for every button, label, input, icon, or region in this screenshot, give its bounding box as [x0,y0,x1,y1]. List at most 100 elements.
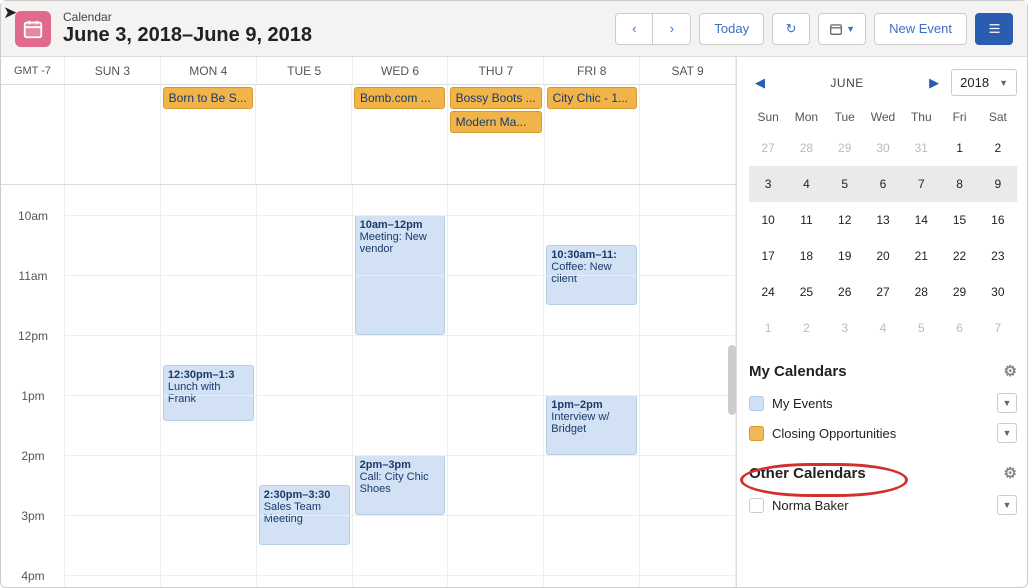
toolbar: ‹ › Today ↻ ▼ New Event [615,13,1013,45]
hour-label: 2pm [1,449,65,463]
mini-calendar[interactable]: SunMonTueWedThuFriSat2728293031123456789… [749,104,1017,346]
mini-dow: Mon [787,104,825,130]
next-week-button[interactable]: › [653,13,691,45]
mini-dow: Fri [940,104,978,130]
mini-day[interactable]: 6 [864,166,902,202]
color-swatch [749,426,764,441]
mini-day[interactable]: 8 [940,166,978,202]
mini-day[interactable]: 5 [902,310,940,346]
allday-row: Born to Be S... Bomb.com ... Bossy Boots… [1,85,736,185]
mini-day[interactable]: 31 [902,130,940,166]
mini-day[interactable]: 29 [826,130,864,166]
day-header[interactable]: SUN 3 [65,57,161,84]
hour-label: 10am [1,209,65,223]
mini-day[interactable]: 13 [864,202,902,238]
mini-day[interactable]: 18 [787,238,825,274]
mini-dow: Tue [826,104,864,130]
time-grid[interactable]: 10am11am12pm1pm2pm3pm4pm 12:30pm–1:3Lunc… [1,185,736,587]
hour-label: 1pm [1,389,65,403]
color-swatch [749,396,764,411]
mini-day[interactable]: 30 [864,130,902,166]
scrollbar[interactable] [728,345,736,415]
calendar-item[interactable]: Closing Opportunities▼ [749,418,1017,448]
mini-day[interactable]: 27 [864,274,902,310]
mini-day[interactable]: 29 [940,274,978,310]
mini-month-label: JUNE [777,76,917,90]
mini-day[interactable]: 22 [940,238,978,274]
mini-day[interactable]: 30 [979,274,1017,310]
mini-day[interactable]: 26 [826,274,864,310]
mini-day[interactable]: 5 [826,166,864,202]
mini-day[interactable]: 7 [902,166,940,202]
mini-dow: Thu [902,104,940,130]
mini-day[interactable]: 3 [826,310,864,346]
date-range: June 3, 2018–June 9, 2018 [63,24,615,47]
refresh-button[interactable]: ↻ [772,13,810,45]
day-header[interactable]: SAT 9 [640,57,736,84]
mini-day[interactable]: 1 [749,310,787,346]
prev-week-button[interactable]: ‹ [615,13,653,45]
mini-day[interactable]: 17 [749,238,787,274]
chevron-down-icon[interactable]: ▼ [997,393,1017,413]
mini-day[interactable]: 3 [749,166,787,202]
mini-dow: Wed [864,104,902,130]
event[interactable]: 2pm–3pmCall: City Chic Shoes [355,455,446,515]
allday-event[interactable]: Bossy Boots ... [450,87,542,109]
mini-day[interactable]: 7 [979,310,1017,346]
mini-day[interactable]: 25 [787,274,825,310]
calendar-item[interactable]: Norma Baker▼ [749,490,1017,520]
app-name: Calendar [63,10,615,24]
mini-day[interactable]: 2 [787,310,825,346]
mini-dow: Sat [979,104,1017,130]
mini-day[interactable]: 28 [787,130,825,166]
calendar-item[interactable]: My Events▼ [749,388,1017,418]
mini-day[interactable]: 4 [864,310,902,346]
mini-day[interactable]: 2 [979,130,1017,166]
day-header[interactable]: FRI 8 [544,57,640,84]
mini-day[interactable]: 23 [979,238,1017,274]
mini-day[interactable]: 10 [749,202,787,238]
mini-day[interactable]: 24 [749,274,787,310]
view-switcher-button[interactable]: ▼ [818,13,866,45]
mini-day[interactable]: 1 [940,130,978,166]
day-header[interactable]: WED 6 [353,57,449,84]
mini-day[interactable]: 27 [749,130,787,166]
event[interactable]: 12:30pm–1:3Lunch with Frank [163,365,254,421]
allday-event[interactable]: City Chic - 1... [547,87,638,109]
mini-day[interactable]: 21 [902,238,940,274]
mini-day[interactable]: 15 [940,202,978,238]
app-header: Calendar June 3, 2018–June 9, 2018 ‹ › T… [1,1,1027,57]
day-header[interactable]: THU 7 [448,57,544,84]
day-header[interactable]: TUE 5 [257,57,353,84]
mini-next-icon[interactable]: ▶ [923,75,945,91]
mini-dow: Sun [749,104,787,130]
chevron-down-icon[interactable]: ▼ [997,495,1017,515]
mini-day[interactable]: 19 [826,238,864,274]
mini-day[interactable]: 6 [940,310,978,346]
mini-day[interactable]: 4 [787,166,825,202]
mini-day[interactable]: 11 [787,202,825,238]
today-button[interactable]: Today [699,13,764,45]
event[interactable]: 1pm–2pmInterview w/ Bridget [546,395,637,455]
mini-day[interactable]: 9 [979,166,1017,202]
mini-day[interactable]: 16 [979,202,1017,238]
sidebar-toggle-button[interactable] [975,13,1013,45]
mini-prev-icon[interactable]: ◀ [749,75,771,91]
mini-year-select[interactable]: 2018▼ [951,69,1017,96]
new-event-button[interactable]: New Event [874,13,967,45]
mini-day[interactable]: 20 [864,238,902,274]
allday-event[interactable]: Born to Be S... [163,87,254,109]
allday-event[interactable]: Modern Ma... [450,111,542,133]
week-grid: GMT -7 SUN 3 MON 4 TUE 5 WED 6 THU 7 FRI… [1,57,737,587]
hour-label: 12pm [1,329,65,343]
mini-day[interactable]: 14 [902,202,940,238]
gear-icon[interactable]: ⚙ [1004,362,1017,380]
mini-day[interactable]: 28 [902,274,940,310]
calendar-app-icon [15,11,51,47]
mini-day[interactable]: 12 [826,202,864,238]
chevron-down-icon[interactable]: ▼ [997,423,1017,443]
my-calendars-heading: My Calendars [749,363,847,380]
gear-icon[interactable]: ⚙ [1004,464,1017,482]
allday-event[interactable]: Bomb.com ... [354,87,445,109]
day-header[interactable]: MON 4 [161,57,257,84]
